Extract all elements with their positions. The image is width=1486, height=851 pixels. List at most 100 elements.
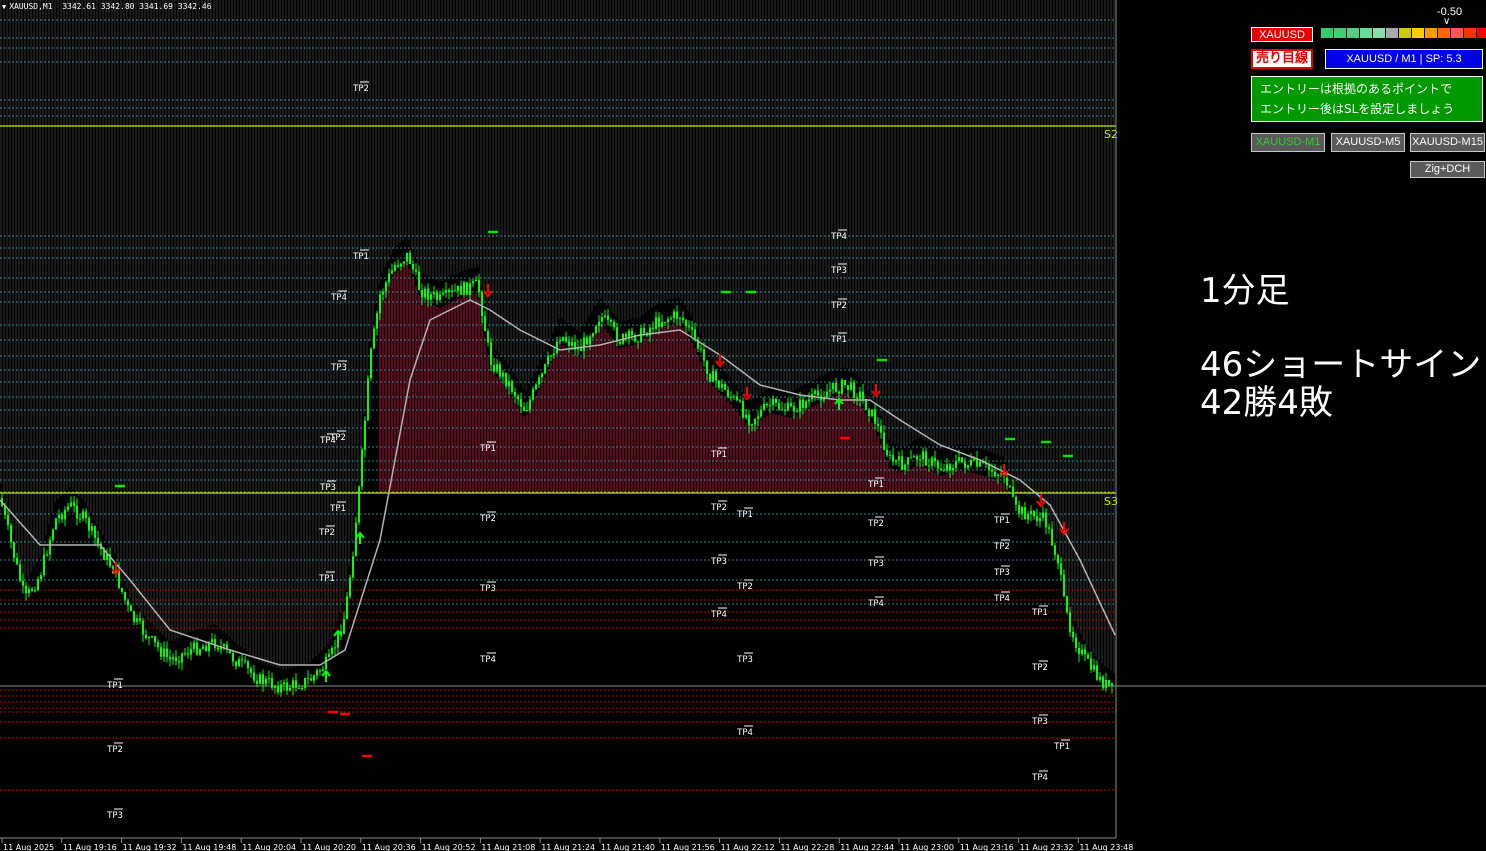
candle-body <box>433 292 435 295</box>
candle-body <box>292 680 294 688</box>
candle-body <box>835 383 837 392</box>
candle-body <box>1021 507 1023 514</box>
candle-body <box>913 456 915 458</box>
candle-body <box>1108 679 1110 686</box>
candle-body <box>367 378 369 421</box>
time-tick-label: 11 Aug 19:16 <box>63 843 117 851</box>
candle-body <box>79 518 81 520</box>
candle-body <box>19 564 21 581</box>
candle-body <box>847 385 849 390</box>
tp-label: TP1 <box>830 335 847 345</box>
candle-body <box>652 327 654 329</box>
candle-body <box>868 409 870 417</box>
tp-label: TP4 <box>993 594 1010 604</box>
candle-body <box>10 525 12 543</box>
candle-body <box>586 337 588 345</box>
tp-label: TP3 <box>710 557 727 567</box>
tp-label: TP1 <box>479 444 496 454</box>
zig-dch-button[interactable]: Zig+DCH <box>1410 161 1485 178</box>
tf-button-m15[interactable]: XAUUSD-M15 <box>1410 133 1485 152</box>
tp-label: TP4 <box>1031 773 1048 783</box>
candle-body <box>967 465 969 468</box>
background-layer <box>0 0 1115 674</box>
candle-body <box>64 509 66 520</box>
candle-body <box>238 659 240 667</box>
candle-body <box>1084 649 1086 655</box>
candle-body <box>163 648 165 657</box>
candle-body <box>658 317 660 327</box>
candle-body <box>1087 654 1089 659</box>
candle-body <box>259 674 261 684</box>
candle-body <box>877 423 879 426</box>
candle-body <box>190 648 192 655</box>
candle-body <box>793 406 795 412</box>
candle-body <box>511 381 513 392</box>
candle-body <box>49 539 51 555</box>
candle-body <box>1072 631 1074 638</box>
candle-body <box>724 384 726 390</box>
tp-label: TP2 <box>993 542 1010 552</box>
candle-body <box>463 282 465 295</box>
candle-body <box>424 288 426 298</box>
candle-body <box>808 399 810 402</box>
dropdown-triangle-icon[interactable]: ▼ <box>2 3 6 11</box>
candle-body <box>760 409 762 417</box>
tp-label: TP2 <box>830 301 847 311</box>
price-chart[interactable]: S2 S3 TP2 TP1 TP4 TP3 TP4 TP2 TP3 TP1 TP2 TP1 TP1 TP… <box>0 0 1486 851</box>
candle-body <box>685 320 687 326</box>
candle-body <box>625 333 627 338</box>
candle-body <box>535 384 537 390</box>
candle-body <box>790 402 792 407</box>
candle-body <box>769 405 771 407</box>
candle-body <box>250 668 252 673</box>
candle-body <box>736 396 738 401</box>
candle-body <box>898 456 900 461</box>
candle-body <box>766 403 768 406</box>
candle-body <box>415 269 417 272</box>
candle-body <box>553 353 555 356</box>
candle-body <box>313 675 315 681</box>
strength-cell <box>1386 28 1398 38</box>
candle-body <box>88 517 90 531</box>
candle-body <box>907 457 909 465</box>
candle-body <box>40 575 42 579</box>
candle-body <box>508 381 510 387</box>
candle-body <box>637 341 639 343</box>
candle-body <box>748 414 750 426</box>
candle-body <box>730 396 732 398</box>
candle-body <box>274 685 276 688</box>
candle-body <box>745 414 747 418</box>
candle-body <box>613 321 615 328</box>
time-tick-label: 11 Aug 23:16 <box>960 843 1014 851</box>
candle-body <box>550 355 552 357</box>
candle-body <box>514 391 516 397</box>
candle-body <box>364 420 366 450</box>
candle-body <box>466 282 468 296</box>
candle-body <box>676 311 678 319</box>
candle-body <box>961 457 963 463</box>
candle-body <box>727 389 729 397</box>
candle-body <box>595 326 597 334</box>
candle-body <box>925 451 927 466</box>
candle-body <box>265 678 267 685</box>
candle-body <box>928 465 930 467</box>
candle-body <box>406 252 408 262</box>
candle-body <box>451 290 453 292</box>
candle-body <box>814 390 816 394</box>
candle-body <box>892 455 894 462</box>
tf-button-m5[interactable]: XAUUSD-M5 <box>1331 133 1405 152</box>
candle-body <box>1045 512 1047 528</box>
short-signal-count: 46ショートサイン <box>1200 345 1482 385</box>
candle-body <box>505 372 507 387</box>
candle-body <box>25 585 27 594</box>
tf-button-m1[interactable]: XAUUSD-M1 <box>1251 133 1325 152</box>
tp-label: TP2 <box>736 582 753 592</box>
candle-body <box>436 292 438 300</box>
candle-body <box>454 290 456 292</box>
candle-body <box>544 364 546 374</box>
candle-body <box>148 636 150 639</box>
candle-body <box>679 317 681 319</box>
time-tick-label: 11 Aug 23:48 <box>1079 843 1133 851</box>
candle-body <box>1093 665 1095 670</box>
chart-symbol: XAUUSD,M1 <box>9 2 53 11</box>
